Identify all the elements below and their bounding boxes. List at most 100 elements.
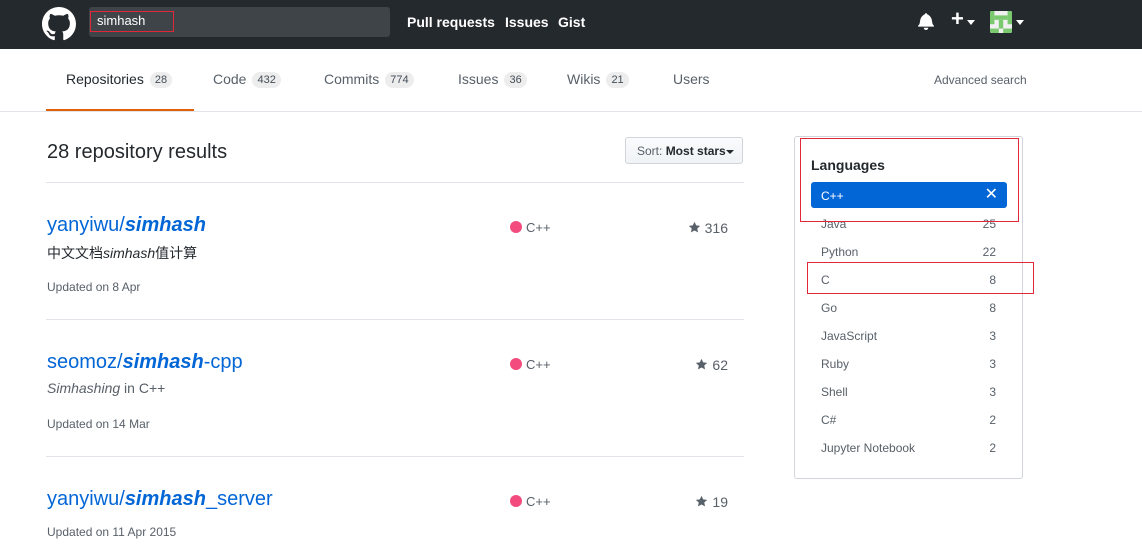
tab-counter: 774	[385, 72, 414, 88]
tab-counter: 432	[252, 72, 281, 88]
desc-text: 值计算	[155, 245, 198, 261]
repo-link[interactable]: seomoz/simhash-cpp	[47, 351, 243, 374]
sort-label: Sort:	[637, 144, 663, 158]
repo-updated: Updated on 11 Apr 2015	[47, 525, 177, 539]
repo-name-match: simhash	[124, 214, 206, 236]
repo-link[interactable]: yanyiwu/simhash_server	[47, 488, 273, 511]
star-icon	[688, 221, 700, 233]
nav-gist[interactable]: Gist	[558, 14, 585, 30]
divider	[46, 319, 744, 320]
repo-updated: Updated on 14 Mar	[47, 417, 150, 431]
tab-label: Code	[213, 71, 247, 87]
repo-name-match: simhash	[124, 488, 206, 510]
results-count-heading: 28 repository results	[47, 141, 228, 163]
language-count: 3	[989, 385, 996, 399]
plus-icon[interactable]: +	[951, 8, 964, 30]
repo-language: C++	[510, 220, 551, 235]
language-name: Python	[821, 245, 859, 259]
repo-stars[interactable]: 316	[688, 220, 728, 236]
language-filter-item[interactable]: Shell 3	[811, 378, 1007, 404]
annotation-box-languages	[800, 138, 1019, 222]
star-icon	[696, 495, 708, 507]
repo-list-item: yanyiwu/simhash_server Updated on 11 Apr…	[47, 488, 744, 548]
repo-language: C++	[510, 357, 551, 372]
language-name: C++	[526, 494, 551, 509]
language-filter-item[interactable]: Jupyter Notebook 2	[811, 434, 1007, 460]
language-filter-item[interactable]: C# 2	[811, 406, 1007, 432]
repo-description: Simhashing in C++	[47, 380, 165, 396]
language-filter-item[interactable]: Ruby 3	[811, 350, 1007, 376]
language-count: 2	[989, 413, 996, 427]
search-input[interactable]: simhash	[89, 7, 390, 37]
divider	[46, 456, 744, 457]
tab-code[interactable]: Code 432	[213, 71, 281, 111]
repo-description: 中文文档simhash值计算	[47, 243, 197, 263]
tab-counter: 28	[149, 72, 173, 88]
repo-list-item: seomoz/simhash-cpp Simhashing in C++ Upd…	[47, 351, 744, 471]
tab-repositories[interactable]: Repositories 28	[46, 71, 194, 111]
identicon-icon	[990, 11, 1012, 33]
repo-name-suffix: _server	[205, 488, 273, 510]
sort-dropdown-button[interactable]: Sort: Most stars	[625, 137, 743, 164]
chevron-down-icon	[726, 150, 734, 154]
tab-counter: 21	[606, 72, 629, 88]
language-count: 2	[989, 441, 996, 455]
tab-label: Users	[673, 71, 710, 87]
language-name: Go	[821, 301, 838, 315]
language-name: Jupyter Notebook	[821, 441, 916, 455]
advanced-search-link[interactable]: Advanced search	[934, 73, 1027, 87]
stars-count: 62	[712, 357, 728, 373]
repo-language: C++	[510, 494, 551, 509]
repo-updated: Updated on 8 Apr	[47, 280, 141, 294]
repo-list-item: yanyiwu/simhash 中文文档simhash值计算 Updated o…	[47, 214, 744, 334]
language-count: 3	[989, 357, 996, 371]
repo-owner: seomoz/	[47, 351, 123, 373]
chevron-down-icon	[967, 20, 975, 25]
tab-counter: 36	[504, 72, 527, 88]
language-name: JavaScript	[821, 329, 878, 343]
annotation-box-c-language	[807, 262, 1034, 294]
repo-link[interactable]: yanyiwu/simhash	[47, 214, 206, 237]
stars-count: 19	[712, 494, 728, 510]
desc-match: simhash	[103, 245, 156, 261]
language-count: 22	[982, 245, 996, 259]
language-color-dot	[510, 221, 522, 233]
tab-commits[interactable]: Commits 774	[324, 71, 414, 111]
sort-value: Most stars	[665, 144, 726, 158]
tab-label: Commits	[324, 71, 380, 87]
star-icon	[696, 358, 708, 370]
desc-text: 中文文档	[47, 245, 103, 261]
language-count: 3	[989, 329, 996, 343]
language-name: C#	[821, 413, 837, 427]
language-name: Shell	[821, 385, 848, 399]
github-logo-icon[interactable]	[42, 7, 76, 41]
repo-stars[interactable]: 19	[695, 494, 728, 510]
language-count: 8	[989, 301, 996, 315]
nav-issues[interactable]: Issues	[505, 14, 549, 30]
annotation-box-search	[90, 11, 174, 32]
repo-name-suffix: -cpp	[203, 351, 243, 373]
tab-label: Wikis	[567, 71, 601, 87]
desc-text: in C++	[120, 380, 166, 396]
language-filter-item[interactable]: Python 22	[811, 238, 1007, 264]
language-name: C++	[526, 220, 551, 235]
tab-label: Issues	[458, 71, 499, 87]
tab-wikis[interactable]: Wikis 21	[567, 71, 629, 111]
language-name: C++	[526, 357, 551, 372]
tab-users[interactable]: Users	[673, 71, 710, 111]
tab-label: Repositories	[66, 71, 144, 87]
language-color-dot	[510, 358, 522, 370]
language-color-dot	[510, 495, 522, 507]
stars-count: 316	[704, 220, 728, 236]
language-filter-item[interactable]: Go 8	[811, 294, 1007, 320]
repo-owner: yanyiwu/	[47, 214, 125, 236]
language-filter-item[interactable]: JavaScript 3	[811, 322, 1007, 348]
repo-stars[interactable]: 62	[695, 357, 728, 373]
avatar[interactable]	[990, 11, 1012, 33]
repo-owner: yanyiwu/	[47, 488, 125, 510]
bell-icon[interactable]	[918, 12, 934, 30]
tab-issues[interactable]: Issues 36	[458, 71, 527, 111]
repo-name-match: simhash	[122, 351, 204, 373]
divider	[46, 182, 744, 183]
nav-pull-requests[interactable]: Pull requests	[407, 14, 495, 30]
